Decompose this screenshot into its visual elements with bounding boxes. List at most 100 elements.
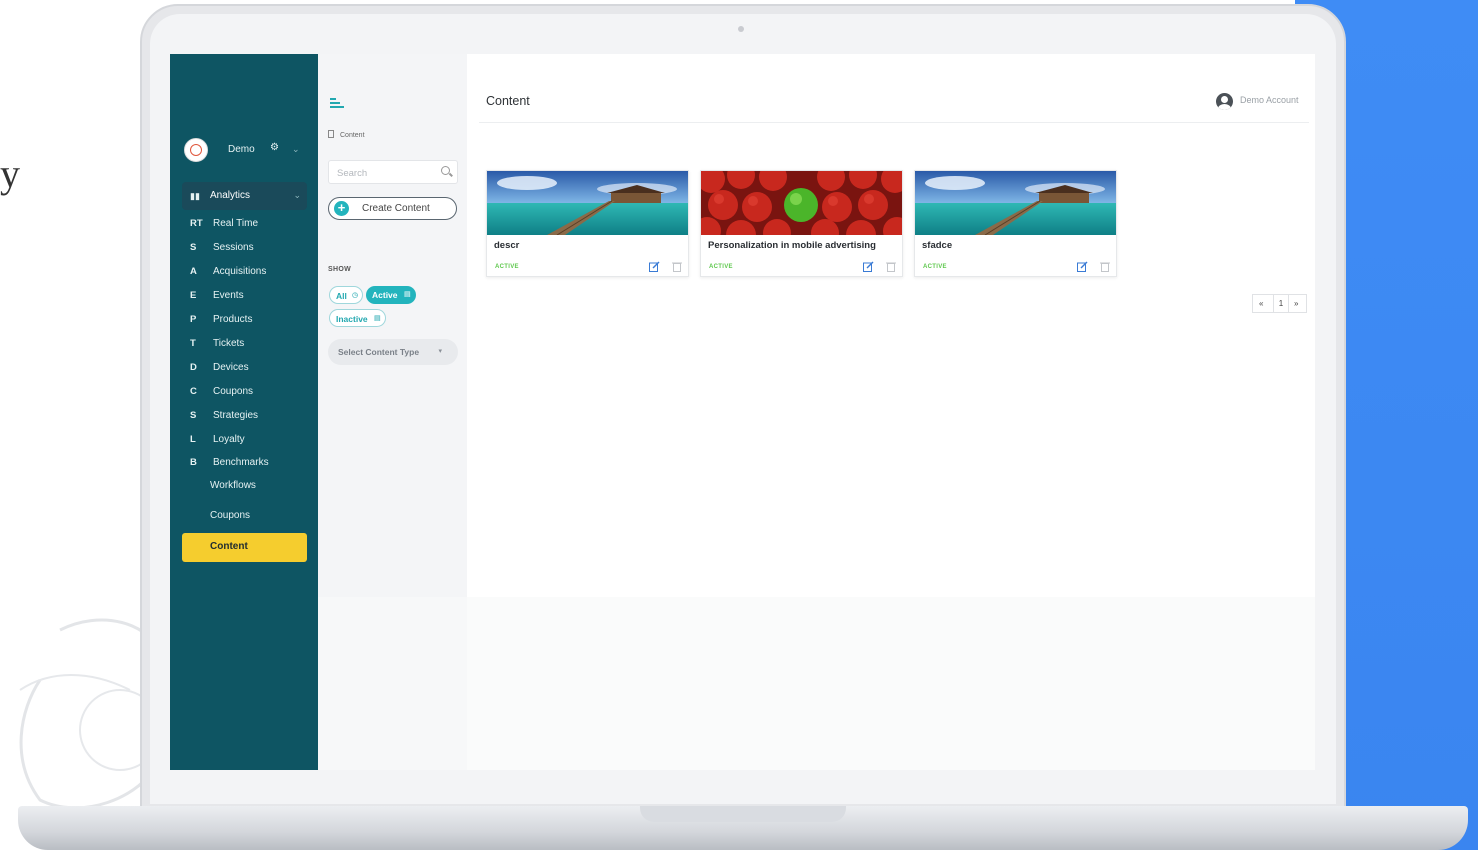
chevron-down-icon[interactable]: ⌄ bbox=[292, 144, 300, 155]
content-type-select-label: Select Content Type bbox=[338, 347, 420, 357]
filter-active-label: Active bbox=[372, 290, 398, 300]
sidebar-item-label: Tickets bbox=[213, 338, 245, 349]
filter-panel-footer bbox=[318, 597, 467, 770]
bar-chart-icon: ▮▮ bbox=[190, 191, 200, 201]
sidebar-item-strategies[interactable]: S Strategies bbox=[190, 408, 310, 426]
sidebar-item-abbr: E bbox=[190, 290, 197, 301]
sidebar-item-coupons-top[interactable]: Coupons bbox=[210, 510, 250, 521]
search-input[interactable] bbox=[335, 164, 439, 182]
header-divider bbox=[479, 122, 1309, 123]
sidebar: Demo ⚙ ⌄ ▮▮ Analytics ⌄ RT Real Time S S… bbox=[170, 54, 318, 770]
filter-all-button[interactable]: All ◷ bbox=[329, 286, 363, 304]
filter-active-button[interactable]: Active ▤ bbox=[366, 286, 416, 304]
sidebar-item-analytics[interactable]: ▮▮ Analytics ⌄ bbox=[182, 182, 307, 210]
sidebar-item-devices[interactable]: D Devices bbox=[190, 360, 310, 378]
sidebar-item-label: Coupons bbox=[213, 386, 254, 397]
trash-icon[interactable] bbox=[672, 261, 682, 272]
laptop-camera bbox=[738, 26, 744, 32]
beach-pier-image bbox=[915, 171, 1116, 235]
sidebar-item-abbr: A bbox=[190, 266, 197, 277]
breadcrumb: Content bbox=[328, 130, 365, 139]
pagination-page[interactable]: 1 bbox=[1273, 295, 1289, 312]
sidebar-item-acquisitions[interactable]: A Acquisitions bbox=[190, 264, 310, 282]
sidebar-item-loyalty[interactable]: L Loyalty bbox=[190, 432, 310, 450]
card-title: descr bbox=[494, 240, 520, 251]
main-content: Content Demo Account descr ACTIVE Person… bbox=[467, 54, 1315, 770]
sidebar-item-label: Analytics bbox=[210, 190, 251, 201]
apples-image bbox=[701, 171, 902, 235]
sidebar-item-real-time[interactable]: RT Real Time bbox=[190, 216, 310, 234]
sidebar-item-abbr: C bbox=[190, 386, 197, 397]
sidebar-item-abbr: S bbox=[190, 410, 197, 421]
sidebar-item-label: Sessions bbox=[213, 242, 254, 253]
pagination-prev[interactable]: « bbox=[1259, 299, 1263, 308]
search-icon[interactable] bbox=[441, 166, 450, 175]
content-card[interactable]: descr ACTIVE bbox=[486, 170, 689, 277]
clock-icon: ◷ bbox=[352, 292, 359, 299]
chevron-down-icon: ⌄ bbox=[293, 190, 301, 200]
sidebar-item-label: Real Time bbox=[213, 218, 259, 229]
sidebar-item-abbr: RT bbox=[190, 218, 203, 229]
card-title: Personalization in mobile advertising bbox=[708, 240, 876, 251]
pagination-next[interactable]: » bbox=[1294, 299, 1298, 308]
sidebar-item-coupons[interactable]: C Coupons bbox=[190, 384, 310, 402]
avatar-icon bbox=[1216, 93, 1233, 110]
dropdown-arrow-icon: ▾ bbox=[438, 348, 442, 355]
beach-pier-image bbox=[487, 171, 688, 235]
account-menu[interactable]: Demo Account bbox=[1208, 92, 1308, 112]
edit-icon[interactable] bbox=[649, 261, 660, 272]
content-type-select[interactable]: Select Content Type ▾ bbox=[328, 339, 458, 365]
account-name: Demo Account bbox=[1240, 95, 1299, 105]
sidebar-item-products[interactable]: P Products bbox=[190, 312, 310, 330]
background-glyph: y bbox=[0, 151, 20, 196]
edit-icon[interactable] bbox=[1077, 261, 1088, 272]
main-footer-area bbox=[467, 597, 1315, 770]
card-title: sfadce bbox=[922, 240, 953, 251]
document-icon bbox=[328, 130, 334, 138]
sidebar-item-abbr: L bbox=[190, 434, 196, 445]
list-icon: ▤ bbox=[404, 291, 411, 298]
filter-panel: Content + Create Content SHOW All ◷ Acti… bbox=[318, 54, 467, 597]
brand-logo bbox=[184, 138, 208, 162]
menu-toggle-icon[interactable] bbox=[330, 98, 344, 108]
sidebar-item-label: Products bbox=[213, 314, 253, 325]
sidebar-item-events[interactable]: E Events bbox=[190, 288, 310, 306]
create-content-button[interactable]: + Create Content bbox=[328, 197, 457, 220]
sidebar-item-label: Content bbox=[210, 541, 248, 552]
brand-switcher[interactable]: Demo ⚙ ⌄ bbox=[182, 136, 312, 164]
status-badge: ACTIVE bbox=[923, 264, 947, 270]
sidebar-item-label: Loyalty bbox=[213, 434, 245, 445]
sidebar-item-abbr: P bbox=[190, 314, 197, 325]
sidebar-item-label: Benchmarks bbox=[213, 457, 269, 468]
edit-icon[interactable] bbox=[863, 261, 874, 272]
sidebar-item-content[interactable]: Content bbox=[182, 533, 307, 562]
brand-name: Demo bbox=[228, 144, 255, 155]
list-icon: ▤ bbox=[374, 315, 381, 322]
app-screen: Demo ⚙ ⌄ ▮▮ Analytics ⌄ RT Real Time S S… bbox=[170, 54, 1315, 770]
sidebar-item-tickets[interactable]: T Tickets bbox=[190, 336, 310, 354]
filter-inactive-button[interactable]: Inactive ▤ bbox=[329, 309, 386, 327]
sidebar-item-sessions[interactable]: S Sessions bbox=[190, 240, 310, 258]
sidebar-item-abbr: B bbox=[190, 457, 197, 468]
laptop-base-notch bbox=[640, 806, 846, 822]
sidebar-item-abbr: D bbox=[190, 362, 197, 373]
show-label: SHOW bbox=[328, 266, 351, 273]
sidebar-item-abbr: S bbox=[190, 242, 197, 253]
sidebar-item-label: Strategies bbox=[213, 410, 259, 421]
trash-icon[interactable] bbox=[1100, 261, 1110, 272]
search-box bbox=[328, 160, 458, 184]
sidebar-item-benchmarks[interactable]: B Benchmarks bbox=[190, 455, 310, 473]
create-content-label: Create Content bbox=[362, 203, 430, 214]
gear-icon[interactable]: ⚙ bbox=[270, 142, 279, 153]
sidebar-item-abbr: T bbox=[190, 338, 196, 349]
sidebar-item-label: Events bbox=[213, 290, 244, 301]
content-card[interactable]: Personalization in mobile advertising AC… bbox=[700, 170, 903, 277]
page-title: Content bbox=[486, 94, 530, 108]
sidebar-item-label: Acquisitions bbox=[213, 266, 267, 277]
sidebar-item-workflows[interactable]: Workflows bbox=[210, 480, 256, 491]
content-card[interactable]: sfadce ACTIVE bbox=[914, 170, 1117, 277]
trash-icon[interactable] bbox=[886, 261, 896, 272]
status-badge: ACTIVE bbox=[495, 264, 519, 270]
filter-inactive-label: Inactive bbox=[336, 314, 368, 324]
sidebar-item-label: Devices bbox=[213, 362, 249, 373]
